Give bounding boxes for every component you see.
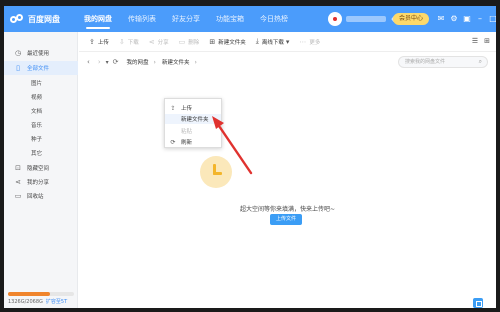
transfer-float-icon[interactable] [473, 298, 483, 308]
red-annotation-arrow [212, 116, 253, 175]
baidu-netdisk-window: 百度网盘 我的网盘 传输列表 好友分享 功能宝箱 今日热榜 ♦ 会员中心 ✉ ⚙… [4, 6, 496, 308]
